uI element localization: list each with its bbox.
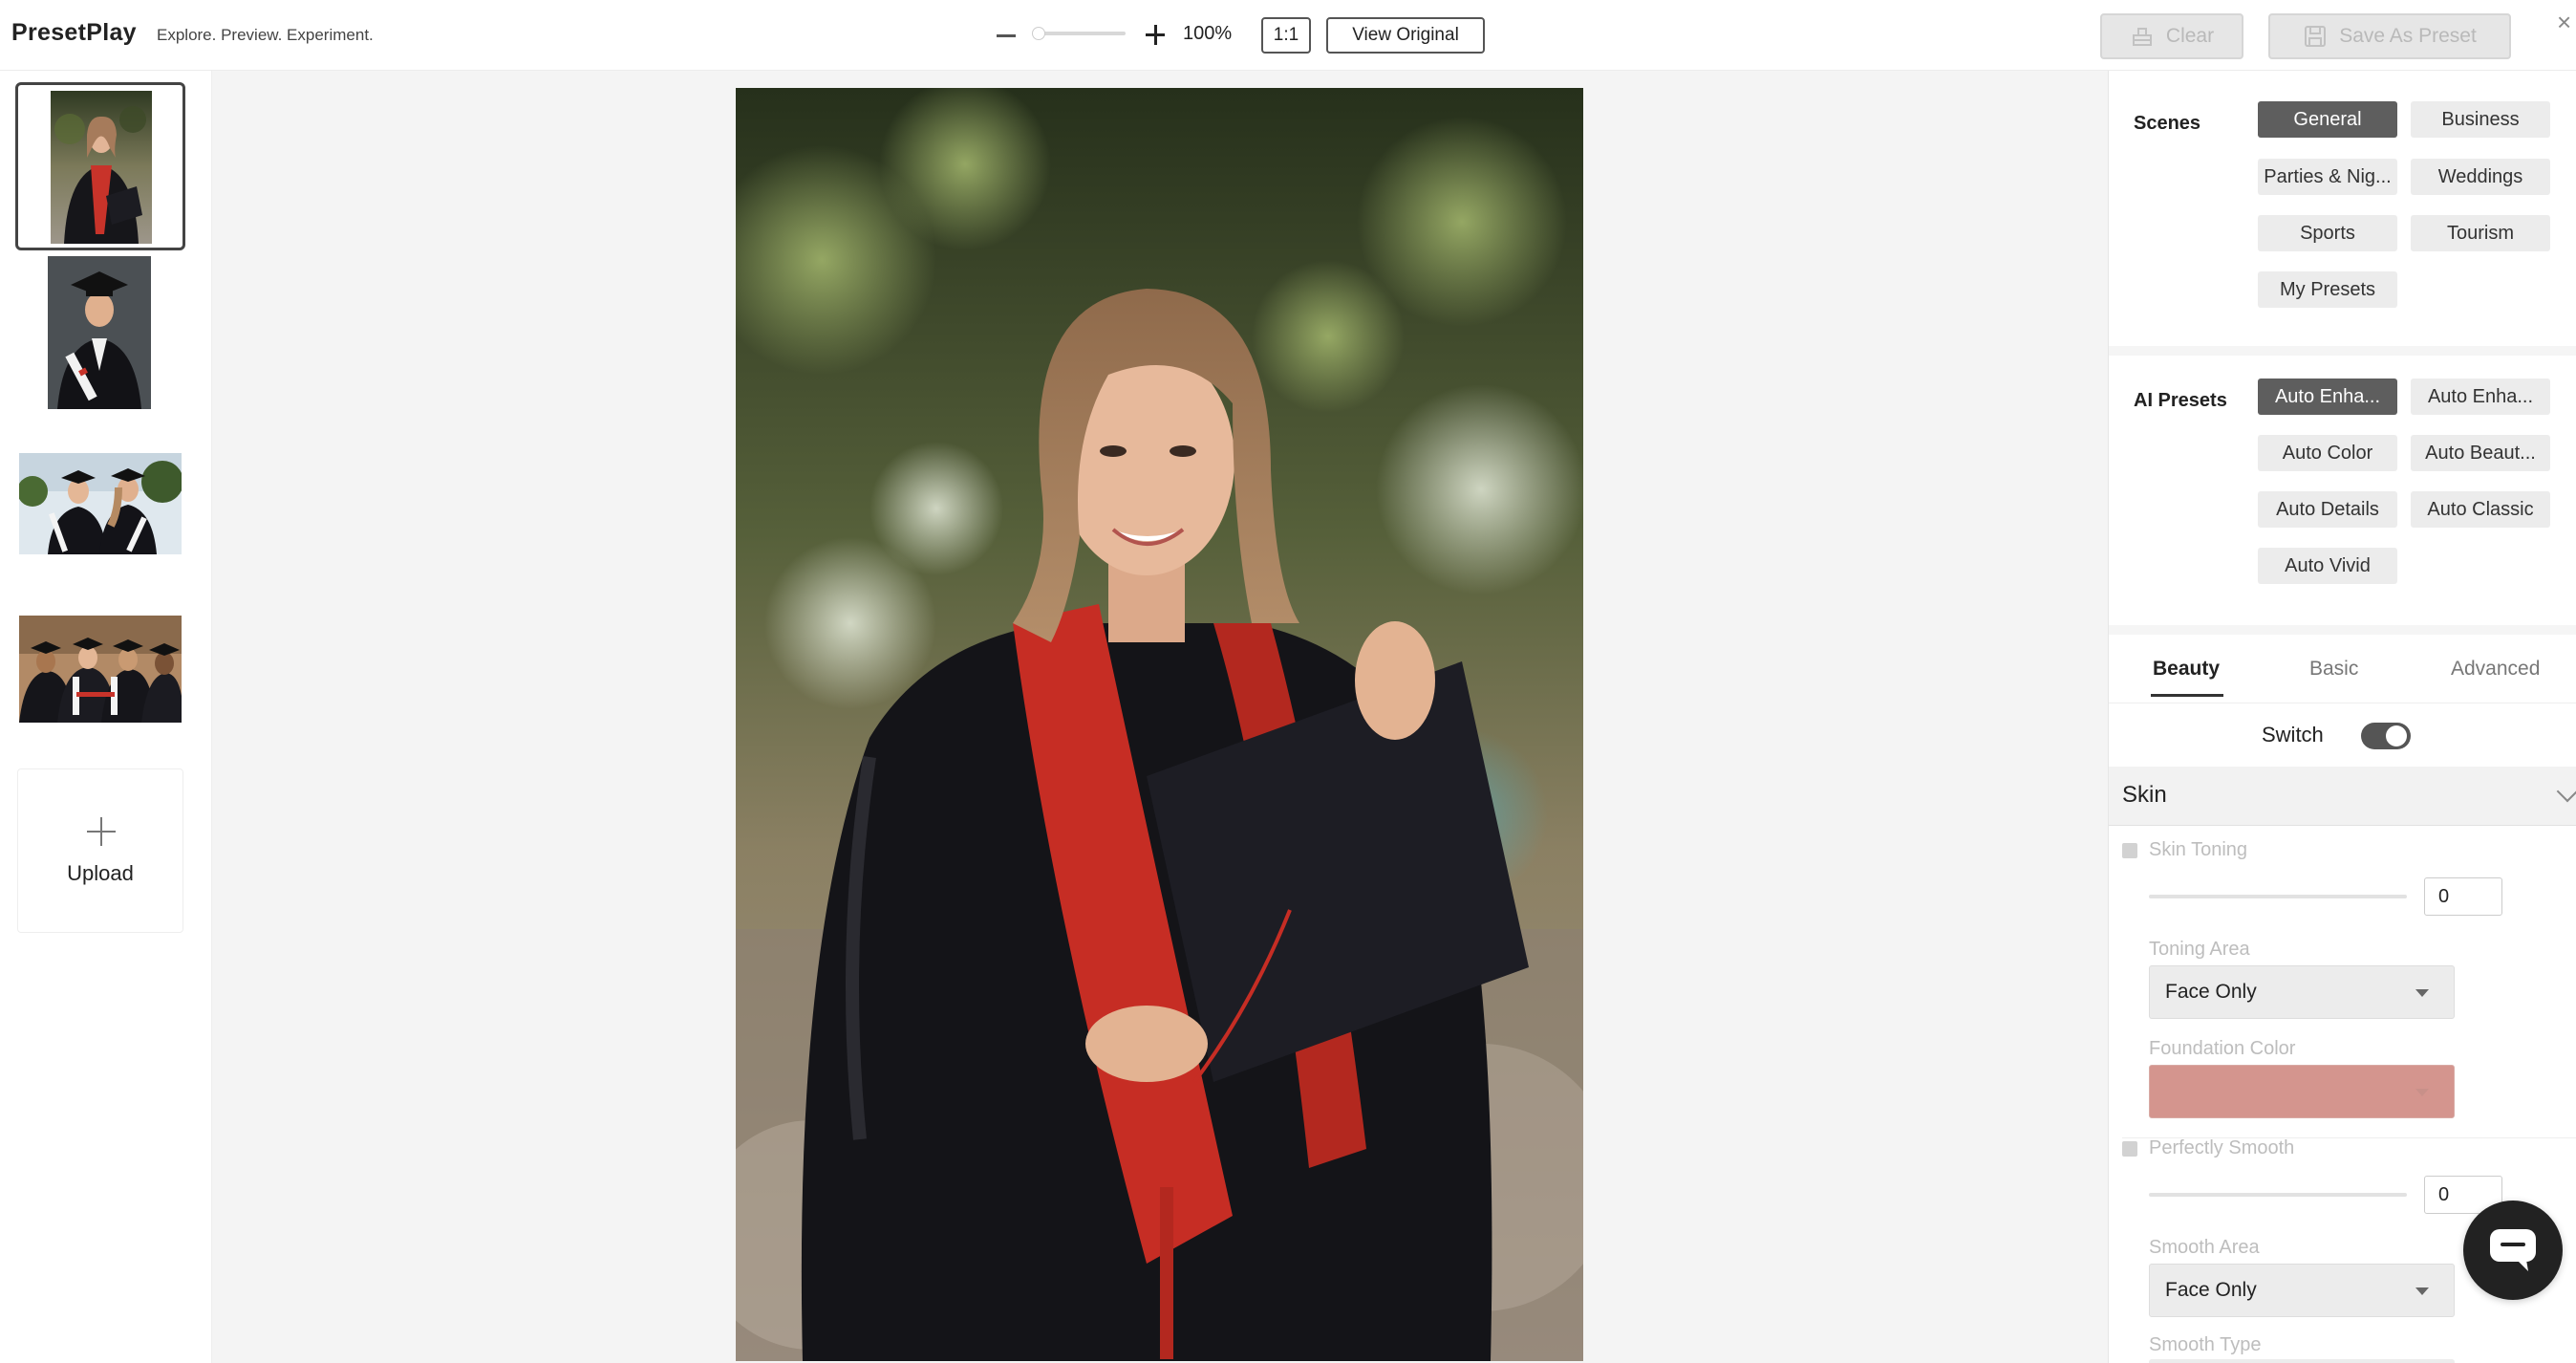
thumbnail-image <box>19 616 182 723</box>
perfectly-smooth-label: Perfectly Smooth <box>2149 1137 2295 1158</box>
actual-size-button[interactable]: 1:1 <box>1261 17 1311 54</box>
close-icon[interactable]: × <box>2557 10 2576 34</box>
scene-general[interactable]: General <box>2258 101 2397 138</box>
ai-presets-section: AI Presets Auto Enha... Auto Enha... Aut… <box>2109 356 2576 625</box>
zoom-level: 100% <box>1183 23 1233 44</box>
skin-toning-slider[interactable] <box>2149 895 2407 898</box>
skin-toning-input[interactable]: 0 <box>2424 877 2502 916</box>
ai-preset-item[interactable]: Auto Classic <box>2411 491 2550 528</box>
ai-preset-item[interactable]: Auto Enha... <box>2258 379 2397 415</box>
active-tab-indicator <box>2151 694 2223 697</box>
toning-area-select[interactable]: Face Only <box>2149 965 2455 1019</box>
thumbnail-item[interactable] <box>19 616 182 723</box>
save-icon <box>2305 26 2327 47</box>
clear-label: Clear <box>2165 25 2215 47</box>
thumbnail-item[interactable] <box>48 256 151 409</box>
zoom-slider[interactable] <box>1034 32 1126 35</box>
scene-business[interactable]: Business <box>2411 101 2550 138</box>
app-brand: PresetPlay <box>11 19 137 46</box>
tab-beauty[interactable]: Beauty <box>2153 658 2220 681</box>
smooth-area-select[interactable]: Face Only <box>2149 1264 2455 1317</box>
skin-toning-checkbox[interactable] <box>2122 843 2137 858</box>
top-bar: PresetPlay Explore. Preview. Experiment.… <box>0 0 2576 71</box>
skin-toning-label: Skin Toning <box>2149 839 2248 860</box>
smooth-type-label: Smooth Type <box>2149 1334 2262 1355</box>
ai-preset-item[interactable]: Auto Beaut... <box>2411 435 2550 471</box>
ai-preset-item[interactable]: Auto Details <box>2258 491 2397 528</box>
save-as-preset-button[interactable]: Save As Preset <box>2268 13 2511 59</box>
plus-icon <box>87 817 116 846</box>
scene-sports[interactable]: Sports <box>2258 215 2397 251</box>
toning-area-value: Face Only <box>2165 981 2257 1003</box>
perfectly-smooth-checkbox[interactable] <box>2122 1141 2137 1157</box>
foundation-color-picker[interactable] <box>2149 1065 2455 1118</box>
thumbnail-image <box>19 453 182 554</box>
switch-label: Switch <box>2262 723 2324 746</box>
skin-section-header[interactable]: Skin <box>2109 767 2576 826</box>
clear-button[interactable]: Clear <box>2100 13 2243 59</box>
zoom-in-button[interactable] <box>1143 19 1168 52</box>
smooth-area-value: Face Only <box>2165 1279 2257 1301</box>
ai-presets-label: AI Presets <box>2134 390 2227 411</box>
scene-tourism[interactable]: Tourism <box>2411 215 2550 251</box>
ai-preset-item[interactable]: Auto Enha... <box>2411 379 2550 415</box>
ai-preset-item[interactable]: Auto Color <box>2258 435 2397 471</box>
perfectly-smooth-slider[interactable] <box>2149 1193 2407 1197</box>
smooth-area-label: Smooth Area <box>2149 1237 2260 1258</box>
app-tagline: Explore. Preview. Experiment. <box>157 26 374 44</box>
dropdown-caret-icon <box>2415 989 2429 997</box>
adjustment-tabs: Beauty Basic Advanced <box>2109 635 2576 703</box>
smooth-type-select[interactable] <box>2149 1359 2455 1363</box>
scenes-section: Scenes General Business Parties & Nig...… <box>2109 71 2576 346</box>
scene-weddings[interactable]: Weddings <box>2411 159 2550 195</box>
thumbnail-image <box>51 91 152 244</box>
view-original-button[interactable]: View Original <box>1326 17 1485 54</box>
tab-basic[interactable]: Basic <box>2309 658 2358 681</box>
thumbnail-strip: Upload <box>0 71 212 1363</box>
preview-photo[interactable] <box>736 88 1583 1361</box>
dropdown-caret-icon <box>2415 1287 2429 1295</box>
eraser-icon <box>2132 28 2152 46</box>
upload-label: Upload <box>67 861 134 885</box>
dropdown-caret-icon <box>2415 1089 2429 1096</box>
beauty-switch-row: Switch <box>2109 703 2576 767</box>
zoom-slider-handle[interactable] <box>1032 27 1045 40</box>
zoom-out-button[interactable] <box>994 19 1019 52</box>
scene-my-presets[interactable]: My Presets <box>2258 271 2397 308</box>
settings-panel: Scenes General Business Parties & Nig...… <box>2108 71 2576 1363</box>
scenes-label: Scenes <box>2134 113 2201 134</box>
chevron-down-icon <box>2556 780 2576 803</box>
thumbnail-item[interactable] <box>15 82 185 250</box>
scene-parties[interactable]: Parties & Nig... <box>2258 159 2397 195</box>
ai-preset-item[interactable]: Auto Vivid <box>2258 548 2397 584</box>
chat-icon <box>2490 1229 2536 1271</box>
foundation-color-label: Foundation Color <box>2149 1038 2296 1059</box>
chat-button[interactable] <box>2463 1201 2563 1300</box>
preview-canvas <box>212 71 2108 1363</box>
tab-advanced[interactable]: Advanced <box>2451 658 2540 681</box>
upload-button[interactable]: Upload <box>17 768 183 933</box>
thumbnail-image <box>48 256 151 409</box>
thumbnail-item[interactable] <box>19 453 182 554</box>
beauty-toggle[interactable] <box>2361 723 2411 749</box>
save-as-preset-label: Save As Preset <box>2339 25 2477 47</box>
toning-area-label: Toning Area <box>2149 939 2250 960</box>
skin-title: Skin <box>2122 782 2167 808</box>
